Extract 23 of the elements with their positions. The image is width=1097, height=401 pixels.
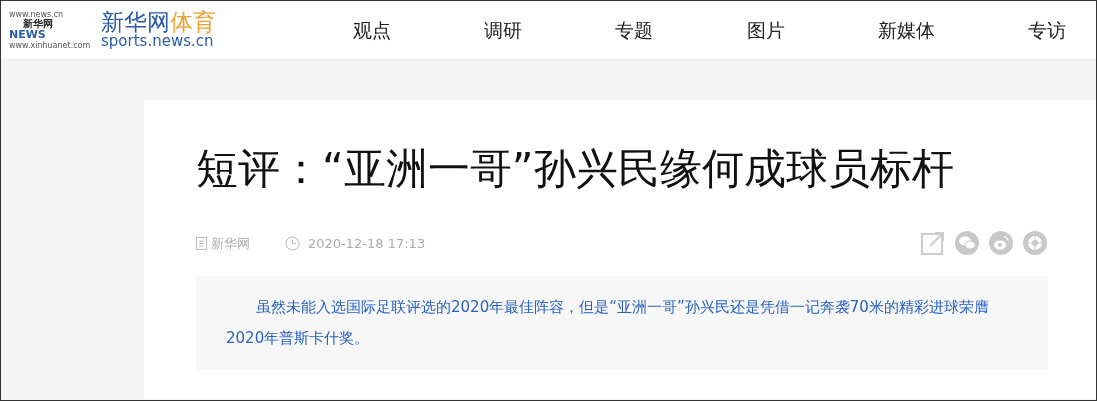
logo-text: NEWS	[9, 29, 46, 41]
logo-text: www.news.cn	[9, 9, 65, 19]
nav-link[interactable]: 观点	[353, 15, 391, 45]
logo-text: 体育	[170, 11, 216, 34]
clock-icon	[285, 235, 300, 251]
logo-text: sports.news.cn	[101, 34, 214, 49]
nav-link[interactable]: 专访	[1027, 15, 1066, 45]
article-summary: 虽然未能入选国际足联评选的2020年最佳阵容，但是“亚洲一哥”孙兴民还是凭借一记奔袭70米的精彩进球荣膺2020年普斯卡什奖。	[196, 276, 1048, 371]
weibo-icon[interactable]	[988, 230, 1014, 257]
nav-link[interactable]: 专题	[615, 15, 654, 45]
source-text: 新华网	[211, 234, 250, 253]
publish-time: 2020-12-18 17:13	[308, 234, 426, 253]
logo-text: 新华网	[101, 11, 170, 34]
article-title: 短评：“亚洲一哥”孙兴民缘何成球员标杆	[196, 144, 955, 195]
nav-link[interactable]: 新媒体	[877, 15, 935, 45]
nav-link[interactable]: 调研	[484, 15, 523, 45]
logo-text: 新华网	[23, 18, 53, 30]
nav-link[interactable]: 图片	[746, 15, 785, 45]
logo-text: www.xinhuanet.com	[9, 41, 92, 50]
aperture-icon[interactable]	[1022, 230, 1048, 257]
chat-bubbles-icon[interactable]	[954, 230, 980, 257]
document-icon	[196, 236, 207, 250]
external-link-icon[interactable]	[920, 230, 946, 257]
